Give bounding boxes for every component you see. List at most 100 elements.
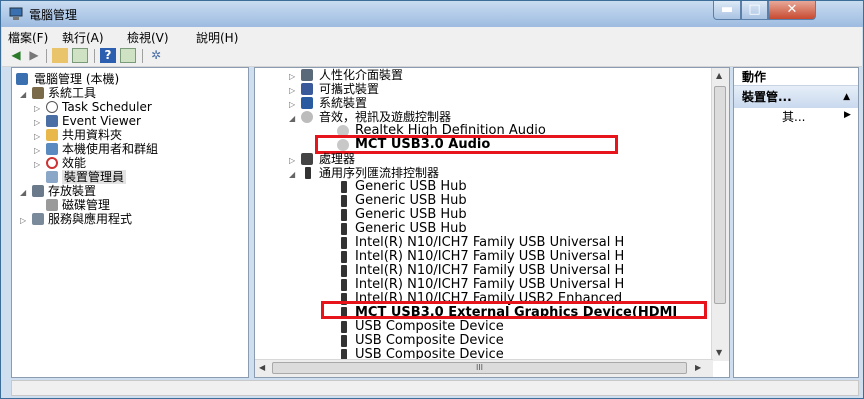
- scan-hardware-icon[interactable]: ✲: [148, 48, 164, 63]
- tree-item-services-apps[interactable]: ▷ 服務與應用程式: [16, 212, 246, 226]
- properties-icon[interactable]: [120, 48, 136, 63]
- usb-device-item[interactable]: Intel(R) N10/ICH7 Family USB Universal H: [337, 236, 717, 250]
- usb-device-icon: [341, 223, 347, 235]
- collapse-arrow-icon[interactable]: ◢: [289, 112, 295, 126]
- status-bar: [11, 380, 859, 396]
- usb-device-icon: [341, 321, 347, 333]
- tree-item-system-tools[interactable]: ◢ 系統工具: [16, 86, 246, 100]
- device-category-usb[interactable]: ◢ 通用序列匯流排控制器: [289, 166, 709, 180]
- tree-item-label: Event Viewer: [62, 114, 141, 128]
- tree-item-label: 電腦管理 (本機): [34, 72, 120, 86]
- usb-device-item[interactable]: Generic USB Hub: [337, 194, 717, 208]
- forward-icon[interactable]: ▶: [26, 48, 42, 63]
- scroll-right-icon[interactable]: ▶: [695, 363, 701, 372]
- tree-item-task-scheduler[interactable]: ▷ Task Scheduler: [16, 100, 246, 114]
- window-title: 電腦管理: [29, 8, 78, 22]
- device-category-label: 人性化介面裝置: [319, 68, 404, 82]
- scroll-left-icon[interactable]: ◀: [259, 363, 265, 372]
- actions-more-label: 其...: [782, 110, 806, 124]
- back-icon[interactable]: ◀: [8, 48, 24, 63]
- actions-section-label: 裝置管...: [742, 90, 792, 104]
- usb-device-item[interactable]: Intel(R) N10/ICH7 Family USB Universal H: [337, 278, 717, 292]
- horizontal-scrollbar[interactable]: ◀ III ▶: [255, 359, 713, 377]
- tools-icon: [32, 87, 44, 99]
- menu-help[interactable]: 說明(H): [196, 29, 238, 46]
- usb-device-label: Intel(R) N10/ICH7 Family USB Universal H: [355, 277, 625, 292]
- menu-action[interactable]: 執行(A): [62, 29, 104, 46]
- tree-item-label: 本機使用者和群組: [62, 142, 159, 156]
- usb-device-icon: [341, 209, 347, 221]
- usb-device-item[interactable]: USB Composite Device: [337, 320, 717, 334]
- device-category-label: 系統裝置: [319, 96, 368, 110]
- device-category-hid[interactable]: ▷ 人性化介面裝置: [289, 68, 709, 82]
- tree-item-local-users[interactable]: ▷ 本機使用者和群組: [16, 142, 246, 156]
- menu-bar: 檔案(F) 執行(A) 檢視(V) 說明(H): [2, 27, 862, 46]
- actions-more-item[interactable]: 其... ▶: [782, 108, 851, 125]
- menu-file[interactable]: 檔案(F): [8, 29, 48, 46]
- expand-arrow-icon[interactable]: ▷: [20, 214, 26, 228]
- usb-device-item[interactable]: Generic USB Hub: [337, 208, 717, 222]
- maximize-button[interactable]: □: [741, 1, 768, 20]
- vertical-scroll-thumb[interactable]: [714, 86, 726, 304]
- device-category-portable[interactable]: ▷ 可攜式裝置: [289, 82, 709, 96]
- users-icon: [46, 143, 58, 155]
- device-category-system[interactable]: ▷ 系統裝置: [289, 96, 709, 110]
- tree-item-root[interactable]: 電腦管理 (本機): [16, 72, 246, 86]
- toolbar: ◀ ▶ ? ✲: [2, 46, 862, 67]
- usb-device-label: Generic USB Hub: [355, 193, 467, 208]
- usb-device-icon: [341, 195, 347, 207]
- console-tree-pane: 電腦管理 (本機) ◢ 系統工具 ▷ Task Scheduler ▷ Even…: [11, 67, 249, 378]
- tree-item-storage[interactable]: ◢ 存放裝置: [16, 184, 246, 198]
- storage-icon: [32, 185, 44, 197]
- tree-item-device-manager[interactable]: 裝置管理員: [16, 170, 246, 184]
- tree-item-label: 服務與應用程式: [48, 212, 133, 226]
- usb-device-icon: [341, 265, 347, 277]
- usb-device-item[interactable]: Generic USB Hub: [337, 222, 717, 236]
- highlight-box-graphics: [321, 301, 707, 319]
- close-button[interactable]: ✕: [768, 1, 816, 20]
- menu-view[interactable]: 檢視(V): [127, 29, 169, 46]
- processor-icon: [301, 153, 313, 165]
- device-category-label: 處理器: [319, 152, 356, 166]
- minimize-button[interactable]: ▬: [713, 1, 741, 20]
- speaker-icon: [301, 111, 313, 123]
- actions-section-device-manager[interactable]: 裝置管... ▲: [734, 86, 858, 108]
- usb-device-item[interactable]: Intel(R) N10/ICH7 Family USB Universal H: [337, 264, 717, 278]
- computer-icon: [16, 73, 28, 85]
- horizontal-scroll-thumb[interactable]: III: [272, 362, 687, 374]
- device-category-label: 通用序列匯流排控制器: [319, 166, 440, 180]
- help-icon[interactable]: ?: [100, 48, 116, 63]
- tree-item-event-viewer[interactable]: ▷ Event Viewer: [16, 114, 246, 128]
- vertical-scrollbar[interactable]: ▲ ▼: [711, 68, 729, 361]
- usb-device-label: USB Composite Device: [355, 319, 504, 334]
- usb-device-item[interactable]: USB Composite Device: [337, 334, 717, 348]
- toolbar-separator: [94, 49, 95, 63]
- event-viewer-icon: [46, 115, 58, 127]
- collapse-up-icon[interactable]: ▲: [843, 86, 850, 108]
- up-folder-icon[interactable]: [52, 48, 68, 63]
- submenu-arrow-icon: ▶: [844, 110, 851, 120]
- device-category-sound[interactable]: ◢ 音效，視訊及遊戲控制器: [289, 110, 709, 124]
- shared-folder-icon: [46, 129, 58, 141]
- toolbar-separator: [142, 49, 143, 63]
- console-tree-icon[interactable]: [72, 48, 88, 63]
- scroll-up-icon[interactable]: ▲: [716, 71, 722, 80]
- keyboard-icon: [301, 69, 313, 81]
- title-bar[interactable]: 電腦管理 ▬ □ ✕: [1, 1, 863, 27]
- device-category-label: 可攜式裝置: [319, 82, 380, 96]
- usb-device-item[interactable]: Intel(R) N10/ICH7 Family USB Universal H: [337, 250, 717, 264]
- tree-item-label: 存放裝置: [48, 184, 97, 198]
- tree-item-performance[interactable]: ▷ 效能: [16, 156, 246, 170]
- usb-device-icon: [341, 335, 347, 347]
- usb-device-label: Generic USB Hub: [355, 221, 467, 236]
- tree-item-disk-management[interactable]: 磁碟管理: [16, 198, 246, 212]
- tree-item-shared-folders[interactable]: ▷ 共用資料夾: [16, 128, 246, 142]
- collapse-arrow-icon[interactable]: ◢: [289, 168, 295, 182]
- toolbar-separator: [46, 49, 47, 63]
- usb-device-icon: [341, 237, 347, 249]
- device-category-processors[interactable]: ▷ 處理器: [289, 152, 709, 166]
- disk-icon: [46, 199, 58, 211]
- usb-device-item[interactable]: Generic USB Hub: [337, 180, 717, 194]
- scroll-down-icon[interactable]: ▼: [716, 348, 722, 357]
- device-tree-pane: ▷ 人性化介面裝置 ▷ 可攜式裝置 ▷ 系統裝置 ◢ 音效，視訊及遊戲控制器 R…: [254, 67, 730, 378]
